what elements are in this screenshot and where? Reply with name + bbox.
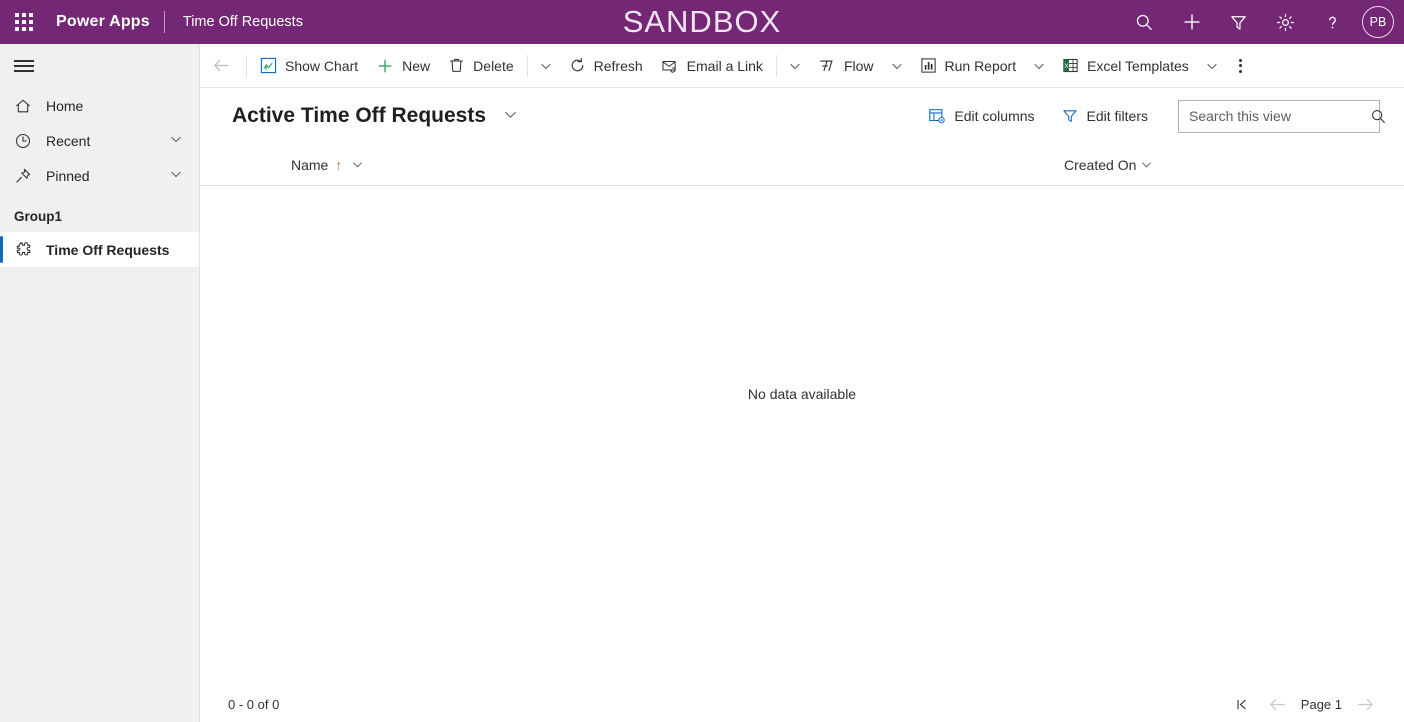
- command-separator: [775, 54, 777, 77]
- data-grid: Name ↑ Created On No data available: [200, 144, 1404, 686]
- trash-icon: [448, 57, 465, 74]
- hamburger-lines: [14, 57, 34, 76]
- command-separator: [246, 54, 247, 77]
- command-label: Excel Templates: [1087, 57, 1189, 74]
- excel-icon: X: [1062, 57, 1079, 74]
- sidebar-item-label: Recent: [46, 132, 91, 149]
- sidebar-item-home[interactable]: Home: [0, 88, 199, 123]
- gear-icon[interactable]: [1262, 0, 1309, 44]
- chevron-down-icon[interactable]: [169, 132, 183, 149]
- command-bar: Show Chart New Delete Refresh Email a Li…: [200, 44, 1404, 88]
- email-link-icon: [661, 57, 679, 75]
- command-label: Flow: [843, 57, 874, 74]
- home-icon: [14, 97, 34, 115]
- command-label: Refresh: [593, 57, 643, 74]
- command-label: New: [402, 57, 431, 74]
- chevron-down-icon[interactable]: [169, 167, 183, 184]
- sidebar: Home Recent Pinned Group1 Time Off Reque…: [0, 44, 200, 722]
- command-label: Email a Link: [686, 57, 763, 74]
- command-label: Show Chart: [285, 57, 359, 74]
- record-count-label: 0 - 0 of 0: [228, 696, 280, 712]
- email-a-link-button[interactable]: Email a Link: [652, 44, 772, 88]
- refresh-icon: [569, 57, 586, 74]
- plus-icon[interactable]: [1168, 0, 1215, 44]
- waffle-grid: [15, 13, 33, 31]
- email-overflow-chevron-down-icon[interactable]: [781, 44, 809, 88]
- excel-templates-chevron-down-icon[interactable]: [1198, 44, 1226, 88]
- avatar[interactable]: PB: [1362, 6, 1394, 38]
- sidebar-item-label: Home: [46, 97, 84, 114]
- show-chart-button[interactable]: Show Chart: [251, 44, 367, 88]
- hamburger-menu-icon[interactable]: [0, 44, 199, 88]
- refresh-button[interactable]: Refresh: [560, 44, 652, 88]
- empty-state-message: No data available: [747, 386, 857, 402]
- filter-icon[interactable]: [1215, 0, 1262, 44]
- entity-icon: [14, 240, 34, 259]
- flow-chevron-down-icon[interactable]: [883, 44, 911, 88]
- svg-text:X: X: [1064, 63, 1069, 70]
- plus-icon: [376, 57, 394, 75]
- pin-icon: [14, 167, 34, 185]
- sidebar-item-label: Time Off Requests: [46, 241, 170, 258]
- search-icon[interactable]: [1121, 0, 1168, 44]
- header-actions: PB: [1121, 0, 1404, 44]
- app-launcher-icon[interactable]: [0, 0, 48, 44]
- excel-templates-button[interactable]: X Excel Templates: [1053, 44, 1198, 88]
- next-page-icon[interactable]: [1348, 689, 1382, 719]
- sidebar-item-recent[interactable]: Recent: [0, 123, 199, 158]
- command-label: Delete: [473, 57, 514, 74]
- run-report-button[interactable]: Run Report: [911, 44, 1026, 88]
- flow-icon: [818, 57, 836, 75]
- command-label: Run Report: [944, 57, 1017, 74]
- sidebar-group-label: Group1: [14, 209, 63, 224]
- app-name-label[interactable]: Time Off Requests: [165, 14, 303, 30]
- grid-footer: 0 - 0 of 0 Page 1: [200, 686, 1404, 722]
- app-header: Power Apps Time Off Requests SANDBOX PB: [0, 0, 1404, 44]
- command-separator: [526, 54, 528, 77]
- pagination: Page 1: [1227, 689, 1404, 719]
- run-report-chevron-down-icon[interactable]: [1025, 44, 1053, 88]
- show-chart-icon: [260, 57, 277, 74]
- previous-page-icon[interactable]: [1261, 689, 1295, 719]
- sidebar-item-time-off-requests[interactable]: Time Off Requests: [0, 232, 199, 267]
- delete-button[interactable]: Delete: [439, 44, 522, 88]
- back-icon[interactable]: [200, 44, 242, 88]
- more-commands-button[interactable]: [1226, 44, 1256, 88]
- delete-overflow-chevron-down-icon[interactable]: [532, 44, 560, 88]
- brand-title[interactable]: Power Apps: [48, 13, 164, 31]
- ellipsis-vertical-icon: [1239, 56, 1243, 75]
- sidebar-item-label: Pinned: [46, 167, 90, 184]
- help-icon[interactable]: [1309, 0, 1356, 44]
- run-report-icon: [920, 57, 937, 74]
- first-page-icon[interactable]: [1227, 689, 1261, 719]
- page-number-label: Page 1: [1300, 696, 1342, 712]
- new-button[interactable]: New: [367, 44, 439, 88]
- sidebar-item-pinned[interactable]: Pinned: [0, 158, 199, 193]
- clock-icon: [14, 132, 34, 150]
- flow-button[interactable]: Flow: [809, 44, 883, 88]
